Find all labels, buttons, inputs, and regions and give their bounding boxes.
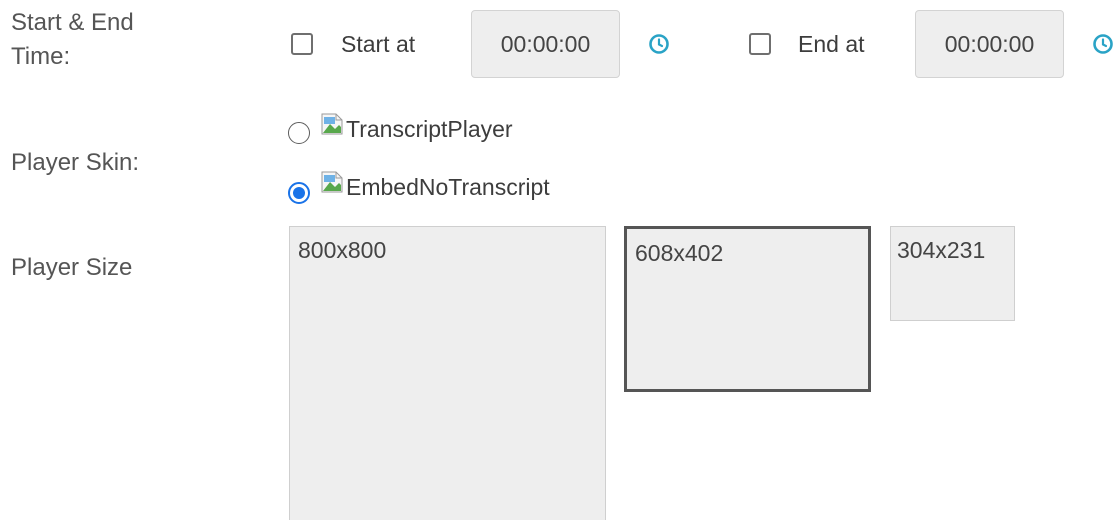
skin-radio-transcript-player[interactable] [288,122,310,144]
end-at-checkbox[interactable] [749,33,771,55]
clock-icon[interactable] [648,33,670,55]
end-time-input[interactable] [915,10,1064,78]
skin-radio-embed-no-transcript[interactable] [288,182,310,204]
size-option-608x402[interactable]: 608x402 [624,226,871,392]
size-option-800x800[interactable]: 800x800 [289,226,606,520]
size-option-label: 304x231 [897,237,986,263]
start-at-label: Start at [341,31,416,57]
clock-icon[interactable] [1092,33,1114,55]
start-end-time-label-line1: Start & End [11,9,134,36]
start-time-input[interactable] [471,10,620,78]
broken-image-icon [321,113,343,135]
size-option-label: 608x402 [635,240,724,266]
start-end-time-label-line2: Time: [11,43,71,70]
size-option-304x231[interactable]: 304x231 [890,226,1015,321]
start-at-checkbox[interactable] [291,33,313,55]
embed-settings-form: Start & End Time: Start at End at Player… [0,0,1119,520]
broken-image-icon [321,171,343,193]
end-at-label: End at [798,31,865,57]
player-skin-label: Player Skin: [11,149,140,176]
size-option-label: 800x800 [298,237,387,263]
skin-option-label: TranscriptPlayer [346,116,513,142]
skin-option-label: EmbedNoTranscript [346,174,550,200]
start-end-time-label: Start & End Time: [11,6,134,74]
player-size-label: Player Size [11,254,133,281]
